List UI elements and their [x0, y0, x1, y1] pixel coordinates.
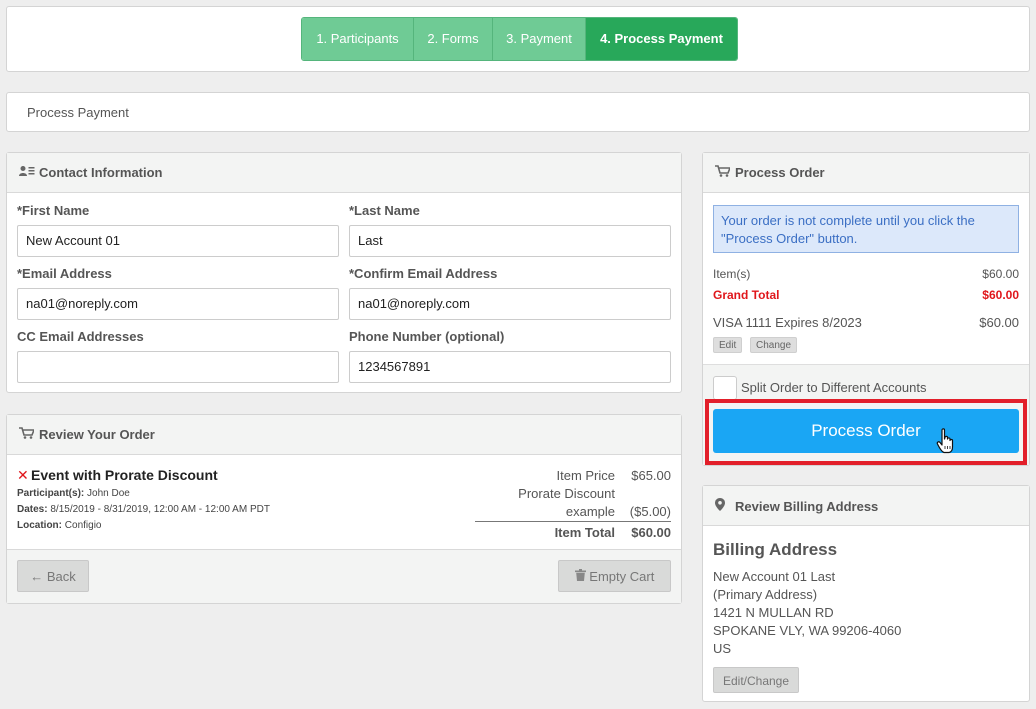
item-total-label: Item Total — [554, 525, 615, 540]
location-value: Configio — [64, 520, 102, 531]
first-name-label: *First Name — [17, 203, 90, 218]
billing-address-panel: Review Billing Address Billing Address N… — [702, 485, 1030, 702]
billing-line: 1421 N MULLAN RD — [713, 605, 834, 620]
remove-item-icon[interactable]: ✕ — [17, 467, 29, 484]
discount-label-2: example — [565, 504, 615, 519]
trash-icon — [574, 569, 590, 584]
split-order-checkbox[interactable] — [713, 376, 737, 400]
process-header: Process Order — [703, 153, 1029, 193]
grand-total-value: $60.00 — [982, 288, 1019, 302]
cart-icon — [19, 427, 36, 442]
back-button[interactable]: ← Back — [17, 560, 89, 592]
step-participants[interactable]: 1. Participants — [302, 18, 414, 60]
last-name-field[interactable]: Last — [349, 225, 671, 257]
discount-label: Prorate Discount — [518, 486, 615, 501]
contact-card-icon — [19, 165, 35, 180]
item-price-label: Item Price — [556, 468, 615, 483]
edit-payment-button[interactable]: Edit — [713, 337, 743, 353]
billing-line: (Primary Address) — [713, 587, 818, 602]
last-name-label: *Last Name — [349, 203, 420, 218]
item-location: Location: Configio — [17, 520, 101, 531]
breadcrumb: Process Payment — [6, 92, 1030, 132]
card-amount: $60.00 — [979, 315, 1019, 330]
item-dates: Dates: 8/15/2019 - 8/31/2019, 12:00 AM -… — [17, 504, 270, 515]
cc-email-label: CC Email Addresses — [17, 329, 144, 344]
billing-header-title: Review Billing Address — [735, 499, 879, 514]
card-label: VISA 1111 Expires 8/2023 — [713, 315, 862, 330]
cart-icon — [715, 165, 732, 180]
order-notice: Your order is not complete until you cli… — [713, 205, 1019, 253]
confirm-email-label: *Confirm Email Address — [349, 266, 498, 281]
participants-value: John Doe — [87, 488, 130, 499]
participants-label: Participant(s): — [17, 488, 85, 499]
phone-label: Phone Number (optional) — [349, 329, 505, 344]
empty-cart-label: Empty Cart — [589, 569, 655, 584]
dates-value: 8/15/2019 - 8/31/2019, 12:00 AM - 12:00 … — [50, 504, 270, 515]
process-title: Process Order — [735, 165, 825, 180]
dates-label: Dates: — [17, 504, 48, 515]
arrow-left-icon: ← — [30, 569, 44, 584]
items-label: Item(s) — [713, 267, 751, 281]
step-payment[interactable]: 3. Payment — [493, 18, 586, 60]
billing-line: US — [713, 641, 732, 656]
map-marker-icon — [715, 498, 731, 514]
first-name-field[interactable]: New Account 01 — [17, 225, 339, 257]
step-process-payment[interactable]: 4. Process Payment — [586, 18, 737, 60]
contact-header: Contact Information — [7, 153, 681, 193]
change-payment-button[interactable]: Change — [750, 337, 798, 353]
contact-title: Contact Information — [39, 165, 163, 180]
grand-total-label: Grand Total — [713, 288, 780, 302]
email-label: *Email Address — [17, 266, 112, 281]
review-order-panel: Review Your Order ✕ Event with Prorate D… — [6, 414, 682, 604]
checkout-steps: 1. Participants 2. Forms 3. Payment 4. P… — [301, 17, 738, 61]
review-header: Review Your Order — [7, 415, 681, 455]
item-price-value: $65.00 — [631, 468, 671, 483]
back-label: Back — [46, 569, 76, 584]
location-label: Location: — [17, 520, 62, 531]
discount-value: ($5.00) — [629, 504, 671, 519]
breadcrumb-label: Process Payment — [27, 105, 129, 120]
total-divider — [475, 521, 671, 522]
item-total-value: $60.00 — [631, 525, 671, 540]
process-order-button[interactable]: Process Order — [713, 409, 1019, 453]
step-forms[interactable]: 2. Forms — [414, 18, 493, 60]
cc-email-field[interactable] — [17, 351, 339, 383]
billing-line: SPOKANE VLY, WA 99206-4060 — [713, 623, 902, 638]
items-value: $60.00 — [982, 267, 1019, 281]
review-title: Review Your Order — [39, 427, 155, 442]
split-order-label: Split Order to Different Accounts — [741, 380, 927, 395]
item-participants: Participant(s): John Doe — [17, 488, 130, 499]
email-field[interactable]: na01@noreply.com — [17, 288, 339, 320]
steps-panel: 1. Participants 2. Forms 3. Payment 4. P… — [6, 6, 1030, 72]
review-footer: ← Back Empty Cart — [7, 549, 681, 603]
item-name: Event with Prorate Discount — [31, 467, 218, 483]
confirm-email-field[interactable]: na01@noreply.com — [349, 288, 671, 320]
contact-information-panel: Contact Information *First Name New Acco… — [6, 152, 682, 393]
billing-header: Review Billing Address — [703, 486, 1029, 526]
phone-field[interactable]: 1234567891 — [349, 351, 671, 383]
billing-line: New Account 01 Last — [713, 569, 836, 584]
empty-cart-button[interactable]: Empty Cart — [558, 560, 671, 592]
edit-change-billing-button[interactable]: Edit/Change — [713, 667, 799, 693]
billing-title: Billing Address — [713, 540, 838, 559]
hand-pointer-cursor-icon — [936, 428, 956, 456]
